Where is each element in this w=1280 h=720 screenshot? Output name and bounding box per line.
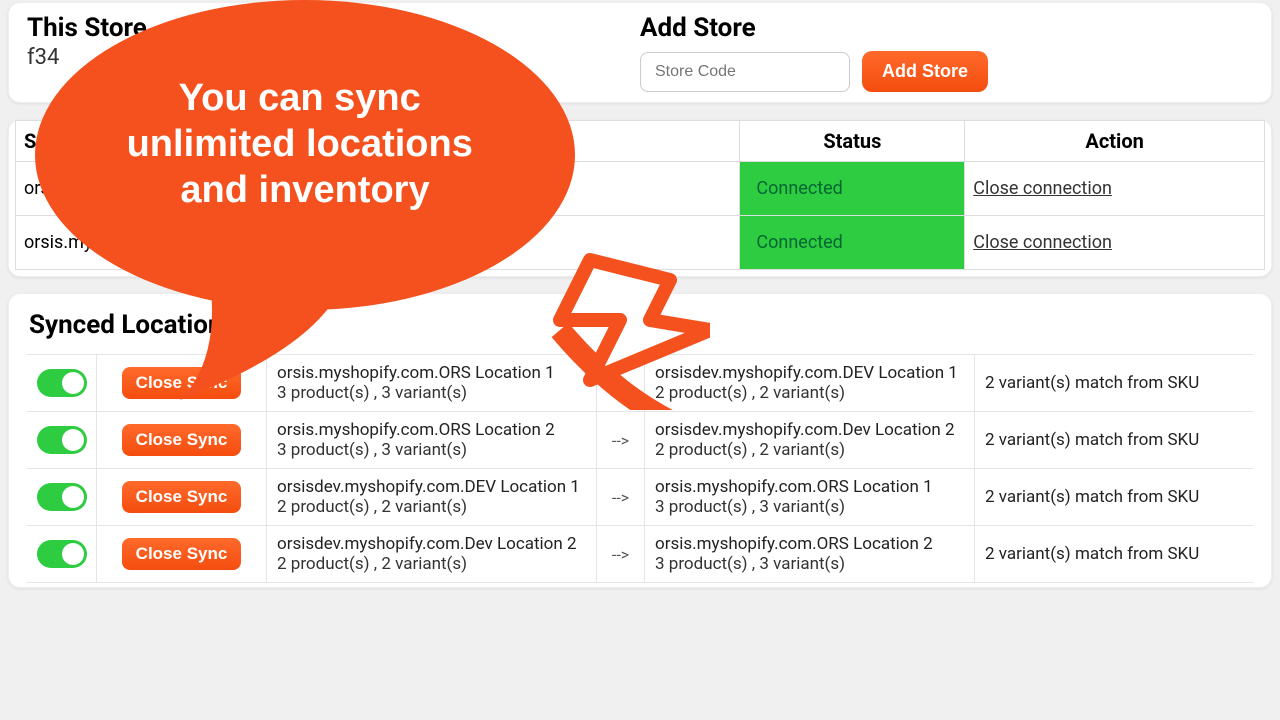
stores-table: Sub Store Status Action orsisdev.myshopi… — [15, 120, 1265, 270]
status-cell: Connected — [740, 162, 965, 216]
add-store-title: Add Store — [640, 13, 1253, 43]
dest-location: orsis.myshopify.com.ORS Location 13 prod… — [645, 469, 975, 525]
add-store-section: Add Store Add Store — [640, 13, 1253, 92]
col-status: Status — [740, 121, 965, 162]
source-location: orsis.myshopify.com.ORS Location 13 prod… — [267, 355, 597, 411]
sync-row: Close Sync orsis.myshopify.com.ORS Locati… — [27, 411, 1253, 468]
close-sync-button[interactable]: Close Sync — [122, 367, 242, 399]
sync-toggle[interactable] — [37, 540, 87, 568]
close-connection-link[interactable]: Close connection — [973, 178, 1112, 199]
close-sync-button[interactable]: Close Sync — [122, 424, 242, 456]
match-info: 2 variant(s) match from SKU — [975, 355, 1253, 411]
sub-store-cell: orsis.myshopify.com — [16, 216, 740, 270]
sync-toggle[interactable] — [37, 369, 87, 397]
arrow-icon: --> — [597, 355, 645, 411]
action-cell: Close connection — [965, 216, 1265, 270]
close-sync-button[interactable]: Close Sync — [122, 538, 242, 570]
dest-location: orsisdev.myshopify.com.Dev Location 22 p… — [645, 412, 975, 468]
source-location: orsisdev.myshopify.com.Dev Location 22 p… — [267, 526, 597, 582]
action-cell: Close connection — [965, 162, 1265, 216]
match-info: 2 variant(s) match from SKU — [975, 412, 1253, 468]
source-location: orsis.myshopify.com.ORS Location 23 prod… — [267, 412, 597, 468]
sync-toggle[interactable] — [37, 426, 87, 454]
match-info: 2 variant(s) match from SKU — [975, 469, 1253, 525]
synced-card: Synced Location(s) Close Sync orsis.mysho… — [8, 293, 1272, 588]
source-location: orsisdev.myshopify.com.DEV Location 12 p… — [267, 469, 597, 525]
arrow-icon: --> — [597, 526, 645, 582]
store-code-input[interactable] — [640, 52, 850, 92]
table-row: orsisdev.myshopify.comConnected Close con… — [16, 162, 1265, 216]
dest-location: orsisdev.myshopify.com.DEV Location 12 p… — [645, 355, 975, 411]
arrow-icon: --> — [597, 469, 645, 525]
top-card: This Store f34 Add Store Add Store — [8, 2, 1272, 103]
stores-card: Sub Store Status Action orsisdev.myshopi… — [8, 119, 1272, 277]
sub-store-cell: orsisdev.myshopify.com — [16, 162, 740, 216]
this-store-title: This Store — [27, 13, 640, 43]
synced-title: Synced Location(s) — [29, 310, 1253, 340]
col-action: Action — [965, 121, 1265, 162]
sync-row: Close Sync orsisdev.myshopify.com.Dev Loc… — [27, 525, 1253, 583]
table-row: orsis.myshopify.comConnected Close connec… — [16, 216, 1265, 270]
close-connection-link[interactable]: Close connection — [973, 232, 1112, 253]
add-store-button[interactable]: Add Store — [862, 51, 988, 92]
sync-toggle[interactable] — [37, 483, 87, 511]
sync-row: Close Sync orsisdev.myshopify.com.DEV Loc… — [27, 468, 1253, 525]
arrow-icon: --> — [597, 412, 645, 468]
this-store-section: This Store f34 — [27, 13, 640, 92]
dest-location: orsis.myshopify.com.ORS Location 23 prod… — [645, 526, 975, 582]
sync-row: Close Sync orsis.myshopify.com.ORS Locati… — [27, 354, 1253, 411]
close-sync-button[interactable]: Close Sync — [122, 481, 242, 513]
status-cell: Connected — [740, 216, 965, 270]
this-store-code: f34 — [27, 45, 640, 70]
col-sub-store: Sub Store — [16, 121, 740, 162]
match-info: 2 variant(s) match from SKU — [975, 526, 1253, 582]
